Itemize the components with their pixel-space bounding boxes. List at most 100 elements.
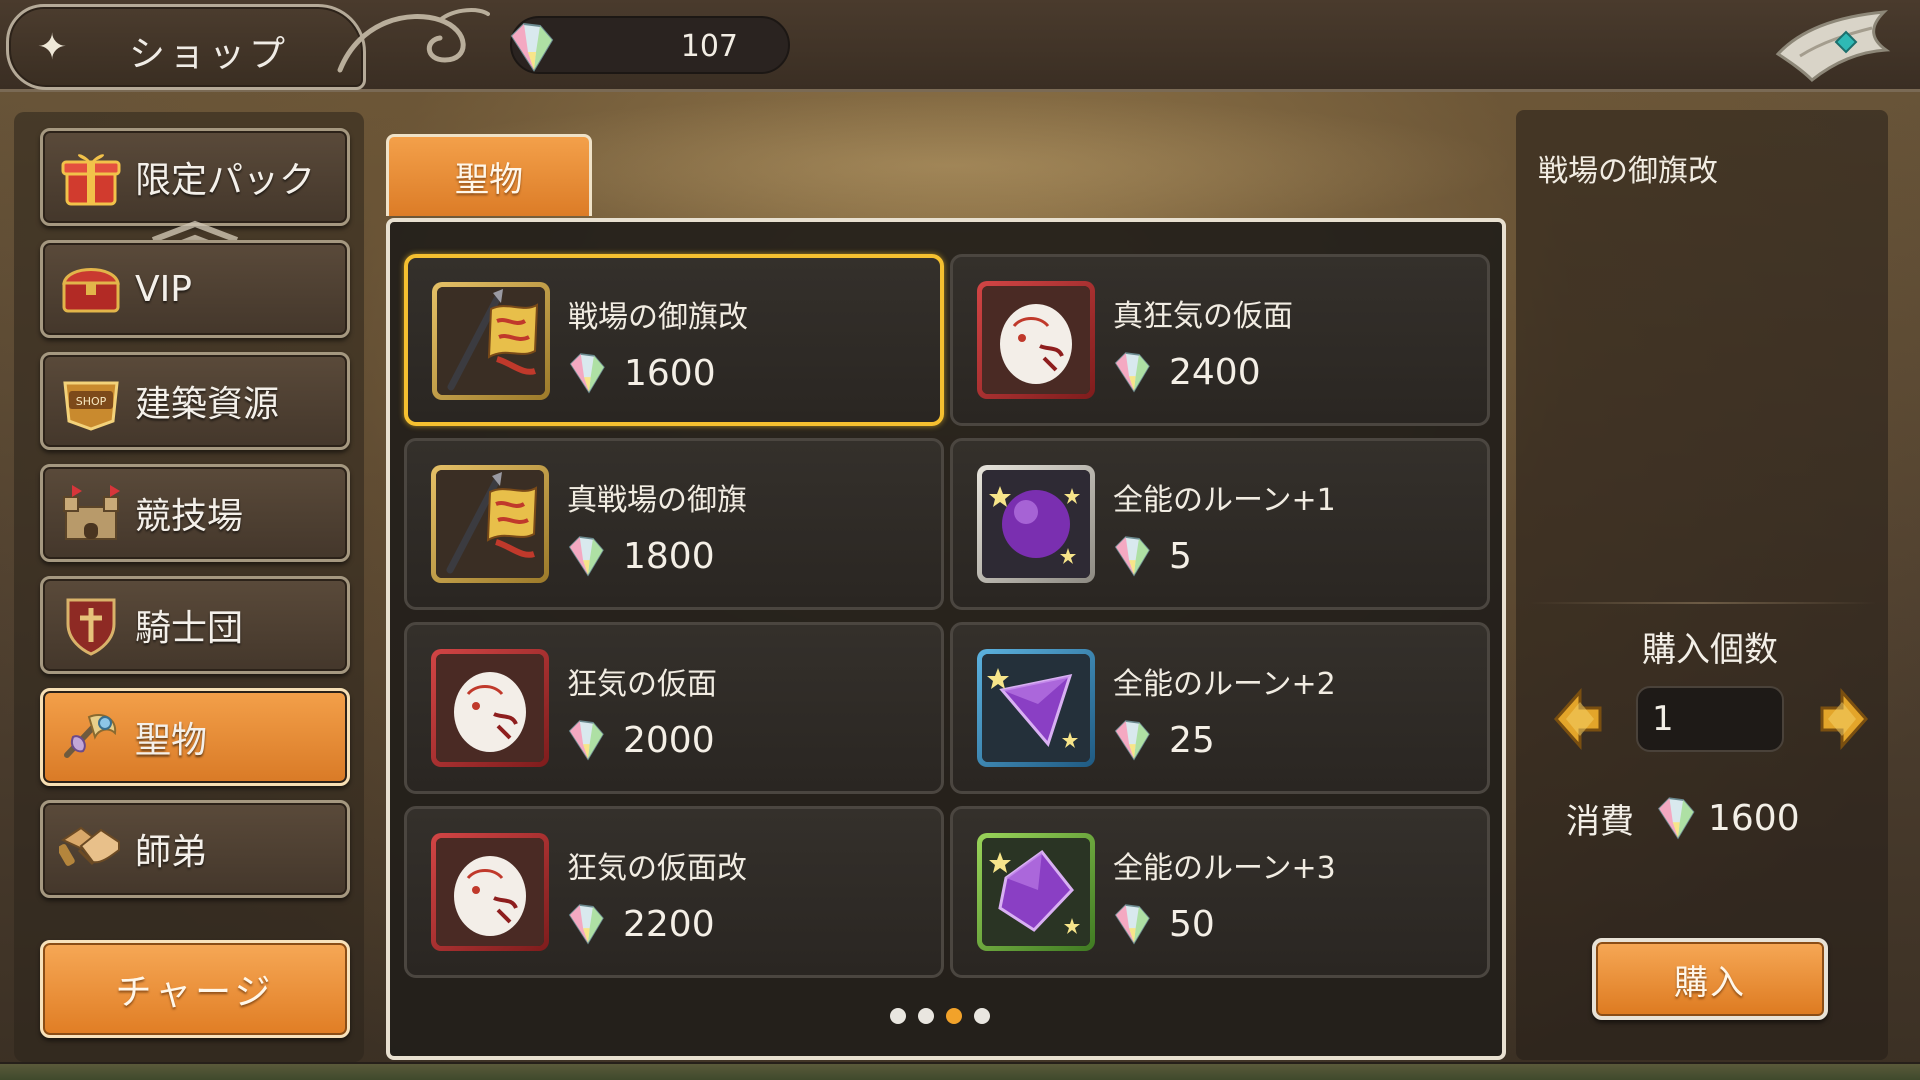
item-price: 1600: [566, 348, 716, 398]
page-title: ショップ: [129, 34, 290, 75]
price-value: 2200: [623, 903, 715, 945]
item-icon-frame: [977, 281, 1095, 399]
item-icon-frame: [431, 833, 549, 951]
item-name: 狂気の仮面改: [567, 851, 747, 886]
item-icon-frame: [431, 649, 549, 767]
quantity-label: 購入個数: [1642, 630, 1778, 670]
page-dot[interactable]: [918, 1008, 934, 1024]
treasure-chest-icon: [57, 255, 125, 323]
page-dot[interactable]: [890, 1008, 906, 1024]
quantity-increase-arrow-icon[interactable]: [1812, 684, 1872, 754]
divider: [1530, 602, 1876, 604]
sidebar-item-label: VIP: [135, 268, 192, 310]
crystal-icon: [1114, 720, 1150, 761]
madness-mask-icon: [982, 286, 1090, 394]
shop-sign-icon: SHOP: [57, 367, 125, 435]
ornament-swirl-icon: [337, 8, 490, 73]
quantity-decrease-arrow-icon[interactable]: [1550, 684, 1610, 754]
battle-flag-icon: [437, 287, 545, 395]
sidebar-item-mentorship[interactable]: 師弟: [40, 800, 350, 898]
cost-row: 消費 1600: [1566, 788, 1800, 848]
item-icon-frame: [977, 465, 1095, 583]
item-price: 5: [1111, 531, 1192, 581]
buy-button[interactable]: 購入: [1592, 938, 1828, 1020]
charge-button[interactable]: チャージ: [40, 940, 350, 1038]
shop-item-card[interactable]: 全能のルーン+3 50: [950, 806, 1490, 978]
sidebar-item-label: 建築資源: [135, 384, 280, 425]
battle-flag-icon: [436, 470, 544, 578]
shop-item-card[interactable]: 全能のルーン+1 5: [950, 438, 1490, 610]
madness-mask-icon: [436, 838, 544, 946]
crystal-icon: [1114, 536, 1150, 577]
title-plate: ✦ ショップ: [6, 4, 366, 90]
item-price: 25: [1111, 715, 1215, 765]
purple-shard-icon: [982, 654, 1090, 762]
cost-label: 消費: [1566, 801, 1634, 842]
cost-value: 1600: [1708, 797, 1800, 839]
shop-item-card[interactable]: 全能のルーン+2 25: [950, 622, 1490, 794]
purple-gem-icon: [982, 838, 1090, 946]
gift-box-icon: [57, 143, 125, 211]
sidebar-item-label: 師弟: [135, 832, 208, 873]
sidebar-item-limited-pack[interactable]: 限定パック: [40, 128, 350, 226]
sidebar-item-label: 騎士団: [135, 608, 244, 649]
bottom-strip: [0, 1062, 1920, 1080]
page-dot[interactable]: [974, 1008, 990, 1024]
crystal-icon: [568, 536, 604, 577]
top-bar: ✦ ショップ 107: [0, 0, 1920, 92]
item-name: 全能のルーン+2: [1113, 667, 1336, 702]
pagination-dots: [890, 1008, 990, 1024]
sidebar-item-label: 競技場: [135, 496, 244, 537]
shop-item-card[interactable]: 戦場の御旗改 1600: [404, 254, 944, 426]
item-name: 全能のルーン+3: [1113, 851, 1336, 886]
item-name: 狂気の仮面: [567, 667, 717, 702]
relic-icon: [57, 703, 125, 771]
item-price: 50: [1111, 899, 1215, 949]
item-name: 戦場の御旗改: [568, 300, 748, 335]
item-icon-frame: [977, 649, 1095, 767]
shop-item-card[interactable]: 狂気の仮面 2000: [404, 622, 944, 794]
sidebar-item-arena[interactable]: 競技場: [40, 464, 350, 562]
madness-mask-icon: [436, 654, 544, 762]
item-price: 2200: [565, 899, 715, 949]
sidebar-item-relics[interactable]: 聖物: [40, 688, 350, 786]
sidebar-item-label: 聖物: [135, 720, 208, 761]
shield-crest-icon: [57, 591, 125, 659]
crystal-icon: [568, 720, 604, 761]
shop-item-card[interactable]: 真狂気の仮面 2400: [950, 254, 1490, 426]
sparkle-icon: ✦: [37, 27, 68, 68]
svg-text:SHOP: SHOP: [76, 395, 107, 408]
sidebar-item-vip[interactable]: VIP: [40, 240, 350, 338]
price-value: 1600: [624, 352, 716, 394]
item-price: 2000: [565, 715, 715, 765]
quantity-input[interactable]: [1636, 686, 1784, 752]
price-value: 2400: [1169, 351, 1261, 393]
item-price: 2400: [1111, 347, 1261, 397]
item-price: 1800: [565, 531, 715, 581]
item-icon-frame: [977, 833, 1095, 951]
price-value: 1800: [623, 535, 715, 577]
item-name: 全能のルーン+1: [1113, 483, 1336, 518]
item-icon-frame: [431, 465, 549, 583]
price-value: 25: [1169, 719, 1215, 761]
purple-orb-icon: [982, 470, 1090, 578]
price-value: 5: [1169, 535, 1192, 577]
sidebar-item-knights[interactable]: 騎士団: [40, 576, 350, 674]
crystal-balance: 107: [510, 16, 790, 74]
winged-back-icon[interactable]: [1772, 6, 1892, 86]
item-icon-frame: [432, 282, 550, 400]
crystal-icon: [569, 353, 605, 394]
shop-item-card[interactable]: 狂気の仮面改 2200: [404, 806, 944, 978]
sidebar-item-building-resources[interactable]: SHOP 建築資源: [40, 352, 350, 450]
crystal-count: 107: [680, 29, 738, 64]
item-name: 真狂気の仮面: [1113, 299, 1293, 334]
shop-item-card[interactable]: 真戦場の御旗 1800: [404, 438, 944, 610]
page-dot-current[interactable]: [946, 1008, 962, 1024]
tab-relics[interactable]: 聖物: [386, 134, 592, 216]
price-value: 2000: [623, 719, 715, 761]
crystal-icon: [510, 22, 554, 72]
castle-icon: [57, 479, 125, 547]
sidebar-item-label: 限定パック: [135, 160, 316, 201]
price-value: 50: [1169, 903, 1215, 945]
item-name: 真戦場の御旗: [567, 483, 747, 518]
